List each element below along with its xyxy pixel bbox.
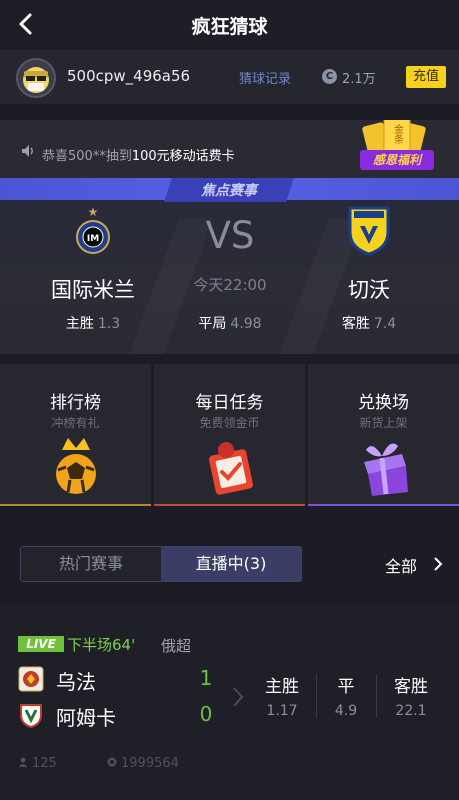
trophy-ball-icon [56, 438, 96, 494]
amkar-logo [20, 704, 42, 728]
notice-prize: 100元移动话费卡 [131, 149, 235, 164]
home-team-name: 国际米兰 [51, 278, 135, 302]
coin-balance: 2.1万 [342, 72, 376, 87]
away-score: 0 [199, 702, 213, 726]
away-odds-label: 客胜 [341, 316, 370, 332]
user-bar: 500cpw_496a56 猜球记录 C 2.1万 充值 [0, 50, 459, 104]
live-odds-value: 4.9 [334, 703, 358, 719]
live-tag: LIVE [18, 636, 64, 652]
leaderboard-card[interactable]: 排行榜 冲榜有礼 [0, 364, 151, 506]
vs-label: VS [205, 214, 255, 257]
away-team: 切沃 [294, 204, 444, 304]
coin-pool: 1999564 [121, 756, 179, 771]
coin-icon [107, 757, 117, 767]
live-odds-value: 1.17 [266, 703, 298, 719]
svg-text:★: ★ [88, 205, 99, 219]
daily-task-title: 每日任务 [195, 393, 264, 413]
daily-task-card[interactable]: 每日任务 免费领金币 [154, 364, 305, 506]
view-all-link[interactable]: 全部 [385, 553, 417, 577]
draw-odds-value: 4.98 [230, 316, 262, 332]
home-score: 1 [199, 666, 213, 690]
away-odds[interactable]: 客胜 7.4 [294, 313, 444, 333]
home-odds[interactable]: 主胜 1.3 [18, 313, 168, 333]
away-team-name: 切沃 [348, 278, 390, 302]
avatar-face-icon [23, 67, 49, 93]
tab-hot-matches[interactable]: 热门赛事 [21, 547, 161, 581]
speaker-icon [22, 145, 33, 157]
clipboard-task-icon [209, 442, 253, 495]
live-odds-label: 主胜 [265, 677, 299, 697]
away-odds-value: 7.4 [373, 316, 397, 332]
home-odds-label: 主胜 [65, 316, 94, 332]
notice-bar: 恭喜500**抽到100元移动话费卡 金条 感恩福利 [0, 120, 459, 184]
exchange-underline [308, 504, 459, 506]
featured-match-card[interactable]: 焦点赛事 ★ IM 国际米兰 VS 今天22:00 切沃 主胜 1.3 平局 4.9… [0, 178, 459, 354]
feature-grid: 排行榜 冲榜有礼 每日任务 免费领金币 兑换场 新货上架 [0, 364, 459, 506]
exchange-card[interactable]: 兑换场 新货上架 [308, 364, 459, 506]
notice-text: 恭喜500**抽到100元移动话费卡 [42, 145, 235, 164]
live-odds-away[interactable]: 客胜 22.1 [387, 672, 435, 719]
tab-live[interactable]: 直播中(3) [161, 547, 301, 581]
gold-bar-text: 金条 [392, 123, 404, 144]
featured-badge: 焦点赛事 [201, 183, 257, 199]
league-name: 俄超 [161, 637, 192, 655]
odds-divider [316, 674, 317, 718]
leaderboard-subtitle: 冲榜有礼 [51, 416, 100, 430]
draw-odds[interactable]: 平局 4.98 [155, 313, 305, 333]
page-title: 疯狂猜球 [191, 16, 268, 38]
daily-task-subtitle: 免费领金币 [199, 416, 260, 430]
gift-box-icon [364, 443, 408, 496]
live-odds-label: 客胜 [394, 677, 428, 697]
exchange-subtitle: 新货上架 [359, 416, 408, 430]
live-match-card[interactable]: LIVE 下半场64' 俄超 乌法 1 阿姆卡 0 主胜 1.17 平 4.9 [0, 602, 459, 800]
home-team-name: 乌法 [56, 670, 96, 694]
live-odds-label: 平 [337, 677, 355, 697]
chevron-right-icon[interactable] [433, 557, 443, 571]
odds-divider [376, 674, 377, 718]
match-period: 下半场64' [67, 636, 136, 654]
exchange-title: 兑换场 [358, 393, 409, 413]
recharge-button[interactable]: 充值 [406, 66, 446, 88]
svg-text:IM: IM [87, 234, 99, 244]
live-odds-value: 22.1 [395, 703, 427, 719]
guess-record-link[interactable]: 猜球记录 [239, 68, 291, 87]
match-tabs: 热门赛事 直播中(3) [20, 546, 302, 582]
person-icon [19, 757, 27, 767]
draw-odds-label: 平局 [198, 316, 227, 332]
chevron-right-icon [233, 687, 244, 707]
match-time: 今天22:00 [193, 276, 267, 294]
notice-prefix: 恭喜500**抽到 [42, 149, 132, 164]
home-team: ★ IM 国际米兰 [18, 204, 168, 304]
leaderboard-title: 排行榜 [50, 393, 101, 413]
live-odds-draw[interactable]: 平 4.9 [322, 672, 370, 719]
chievo-logo [348, 206, 390, 256]
promo-badge[interactable]: 感恩福利 [360, 150, 434, 170]
inter-milan-logo: ★ IM [76, 205, 110, 254]
participant-count: 125 [32, 756, 57, 771]
avatar[interactable] [16, 58, 56, 98]
username: 500cpw_496a56 [67, 67, 191, 85]
daily-task-underline [154, 504, 305, 506]
live-odds-home[interactable]: 主胜 1.17 [258, 672, 306, 719]
home-odds-value: 1.3 [97, 316, 121, 332]
coin-icon: C [322, 69, 337, 84]
away-team-name: 阿姆卡 [56, 706, 116, 730]
top-bar: 疯狂猜球 [0, 0, 459, 48]
ufa-logo [18, 666, 44, 692]
leaderboard-underline [0, 504, 151, 506]
page: 疯狂猜球 500cpw_496a56 猜球记录 C 2.1万 充值 恭喜500*… [0, 0, 459, 800]
